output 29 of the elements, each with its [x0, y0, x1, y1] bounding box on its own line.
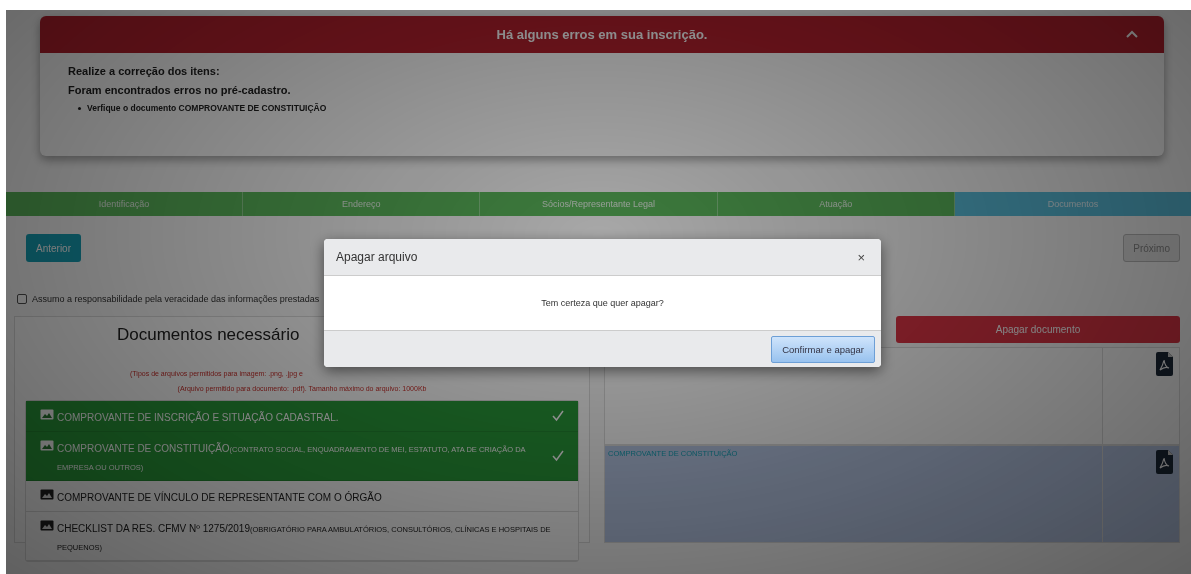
alert-title: Há alguns erros em sua inscrição. — [496, 27, 708, 42]
alert-text: Realize a correção dos itens: — [68, 65, 221, 77]
dialog-title: Apagar arquivo — [336, 250, 418, 264]
alert-text: Foram encontrados erros no pré-cadastro. — [68, 84, 292, 96]
check-icon — [552, 450, 564, 462]
checkbox-label: Assumo a responsabilidade pela veracidade das informações prestadas — [32, 294, 320, 304]
step-tab[interactable]: Sócios/Representante Legal — [480, 192, 718, 216]
close-button[interactable]: × — [853, 249, 869, 265]
previous-button[interactable]: Anterior — [26, 234, 81, 262]
delete-document-button[interactable]: Apagar documento — [896, 316, 1180, 343]
image-icon — [40, 489, 54, 500]
chevron-icon[interactable] — [1126, 30, 1138, 38]
dialog-message: Tem certeza que quer apagar? — [541, 298, 664, 308]
document-label: COMPROVANTE DE VÍNCULO DE REPRESENTANTE COM O ÓRGÃO — [57, 490, 382, 505]
check-icon — [552, 410, 564, 422]
checkbox[interactable] — [17, 294, 27, 304]
pdf-file-icon[interactable] — [1155, 450, 1173, 474]
document-item[interactable]: COMPROVANTE DE INSCRIÇÃO E SITUAÇÃO CADASTRAL. — [26, 401, 578, 432]
panel-title: Documentos necessário — [117, 325, 301, 345]
image-icon — [40, 520, 54, 531]
bullet-icon — [78, 106, 81, 110]
step-tab[interactable]: Endereço — [243, 192, 481, 216]
step-tab[interactable]: Atuação — [717, 192, 955, 216]
pdf-file-icon[interactable] — [1155, 352, 1173, 376]
image-icon — [40, 440, 54, 451]
image-icon — [40, 409, 54, 420]
document-label: COMPROVANTE DE INSCRIÇÃO E SITUAÇÃO CADASTRAL. — [57, 410, 339, 425]
confirm-button[interactable]: Confirmar e apagar — [771, 335, 875, 363]
error-item: Verfique o documento COMPROVANTE DE CONSTITUIÇÃO — [87, 103, 327, 113]
